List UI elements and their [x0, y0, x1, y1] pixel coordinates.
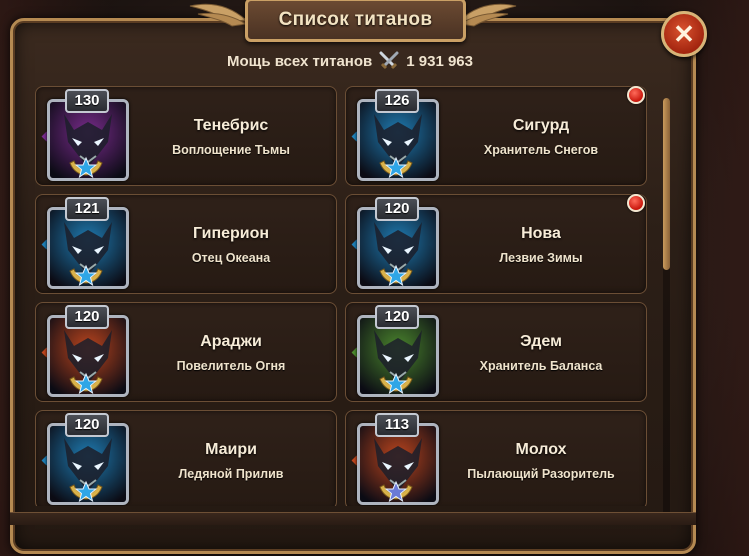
titan-level: 120: [65, 305, 109, 329]
titan-portrait: 120: [351, 197, 439, 289]
titan-portrait: 120: [41, 413, 129, 505]
titan-card[interactable]: 130 Тенебрис Воплощение Тьмы: [35, 86, 337, 186]
titan-level: 113: [375, 413, 419, 437]
titan-name: Араджи: [200, 333, 262, 350]
notification-dot-icon: [627, 194, 645, 212]
titan-name: Молох: [515, 441, 567, 458]
total-power: Мощь всех титанов 1 931 963: [0, 50, 700, 72]
titan-level: 120: [65, 413, 109, 437]
star-icon: [69, 372, 103, 395]
close-icon: ✕: [673, 19, 695, 49]
titan-grid: 130 Тенебрис Воплощение Тьмы 126 Сигурд …: [35, 86, 647, 506]
total-power-value: 1 931 963: [406, 52, 473, 70]
titan-level: 126: [375, 89, 419, 113]
titan-portrait: 126: [351, 89, 439, 181]
scrollbar[interactable]: [663, 98, 670, 518]
titan-level: 120: [375, 197, 419, 221]
titan-title: Пылающий Разоритель: [467, 467, 615, 481]
titan-title: Отец Океана: [191, 251, 271, 265]
notification-dot-icon: [627, 86, 645, 104]
star-icon: [69, 480, 103, 503]
star-icon: [379, 372, 413, 395]
titan-name: Маири: [205, 441, 257, 458]
wing-ornament-left: [189, 3, 248, 27]
titan-name: Гиперион: [192, 225, 270, 242]
titan-name: Эдем: [520, 333, 562, 350]
titan-title: Воплощение Тьмы: [172, 143, 290, 157]
titan-level: 120: [375, 305, 419, 329]
star-icon: [379, 264, 413, 287]
titan-portrait: 130: [41, 89, 129, 181]
titan-card[interactable]: 120 Араджи Повелитель Огня: [35, 302, 337, 402]
titan-name: Тенебрис: [193, 117, 269, 134]
titan-name: Нова: [521, 225, 561, 242]
titan-title: Лезвие Зимы: [499, 251, 583, 265]
titan-level: 121: [65, 197, 109, 221]
titan-card[interactable]: 121 Гиперион Отец Океана: [35, 194, 337, 294]
star-icon: [379, 480, 413, 503]
titan-portrait: 120: [351, 305, 439, 397]
titan-card[interactable]: 120 Эдем Хранитель Баланса: [345, 302, 647, 402]
panel-bottom-edge: [10, 512, 696, 525]
titan-card[interactable]: 126 Сигурд Хранитель Снегов: [345, 86, 647, 186]
titan-title: Повелитель Огня: [176, 359, 286, 373]
total-power-label: Мощь всех титанов: [227, 52, 373, 70]
star-icon: [379, 156, 413, 179]
titan-title: Хранитель Снегов: [483, 143, 599, 157]
page-title: Список титанов: [245, 0, 466, 42]
titan-card[interactable]: 120 Нова Лезвие Зимы: [345, 194, 647, 294]
titan-portrait: 121: [41, 197, 129, 289]
titan-title: Ледяной Прилив: [178, 467, 284, 481]
star-icon: [69, 264, 103, 287]
scrollbar-thumb[interactable]: [663, 98, 670, 270]
titan-name: Сигурд: [512, 117, 570, 134]
wing-ornament-right: [458, 3, 517, 27]
star-icon: [69, 156, 103, 179]
titan-portrait: 120: [41, 305, 129, 397]
crossed-swords-icon: [379, 51, 399, 70]
titan-level: 130: [65, 89, 109, 113]
titan-card[interactable]: 120 Маири Ледяной Прилив: [35, 410, 337, 506]
titan-card[interactable]: 113 Молох Пылающий Разоритель: [345, 410, 647, 506]
titan-portrait: 113: [351, 413, 439, 505]
titan-title: Хранитель Баланса: [479, 359, 603, 373]
